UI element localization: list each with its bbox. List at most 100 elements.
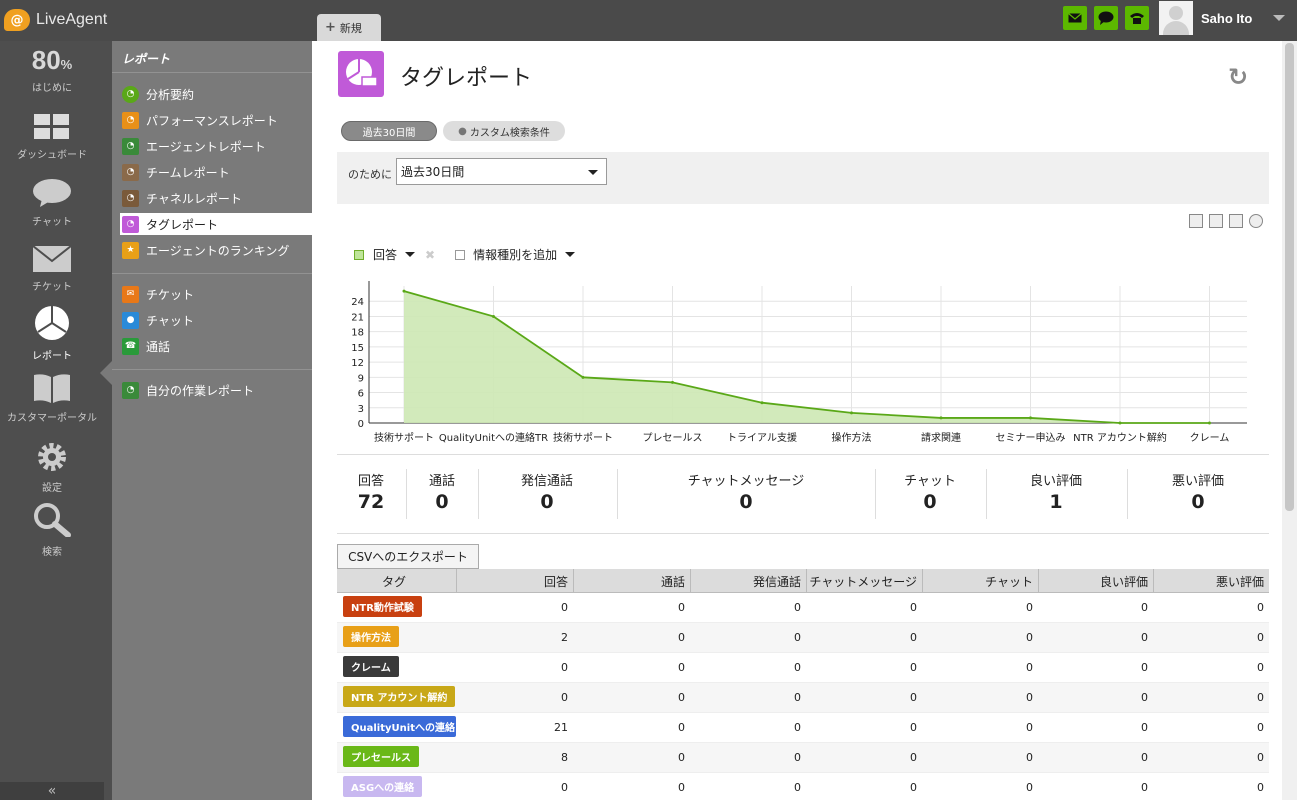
user-name[interactable]: Saho Ito: [1201, 11, 1252, 26]
submenu-item-agent[interactable]: ◔ エージェントレポート: [122, 135, 312, 157]
line-chart-type-icon[interactable]: [1209, 214, 1223, 228]
table-row[interactable]: クレーム 0 0 0 0 0 0 0: [337, 653, 1269, 683]
x-tick-label: クレーム: [1190, 432, 1230, 444]
tag-badge[interactable]: QualityUnitへの連絡: [343, 715, 456, 737]
collapse-nav-button[interactable]: «: [0, 782, 104, 800]
table-row[interactable]: NTR動作試験 0 0 0 0 0 0 0: [337, 593, 1269, 623]
nav-getting-started[interactable]: 80% はじめに: [0, 45, 104, 94]
table-cell: 0: [561, 691, 568, 704]
period-select[interactable]: 過去30日間: [396, 158, 607, 185]
nav-search[interactable]: 検索: [0, 503, 104, 558]
nav-settings[interactable]: 設定: [0, 441, 104, 494]
column-header[interactable]: 発信通話: [690, 569, 806, 593]
data-point: [760, 401, 764, 405]
table-row[interactable]: ASGへの連絡 0 0 0 0 0 0 0: [337, 773, 1269, 800]
nav-label: 設定: [42, 483, 62, 494]
custom-filter-button[interactable]: ● カスタム検索条件: [443, 121, 565, 141]
scrollbar-thumb[interactable]: [1285, 43, 1294, 511]
for-label: のために: [348, 168, 392, 181]
submenu-label: チャット: [146, 313, 194, 328]
table-cell: 0: [678, 631, 685, 644]
submenu-item-ranking[interactable]: ★ エージェントのランキング: [122, 239, 312, 261]
y-tick-label: 24: [351, 297, 364, 308]
y-tick-label: 12: [351, 358, 364, 369]
submenu-item-team[interactable]: ◔ チームレポート: [122, 161, 312, 183]
table-cell: 0: [678, 721, 685, 734]
active-indicator: [100, 361, 112, 385]
app-logo[interactable]: @ LiveAgent: [4, 7, 107, 33]
submenu-item-my-work[interactable]: ◔ 自分の作業レポート: [122, 379, 312, 401]
add-series-label[interactable]: 情報種別を追加: [473, 246, 557, 263]
tag-cell: クレーム: [337, 655, 456, 680]
chat-button[interactable]: [1094, 6, 1118, 30]
nav-tickets[interactable]: チケット: [0, 245, 104, 293]
data-point: [492, 314, 495, 318]
tag-table: タグ 回答 通話 発信通話 チャットメッセージ チャット 良い評価 悪い評価 NTR動作試験 0…: [337, 569, 1269, 800]
table-row[interactable]: QualityUnitへの連絡 21 0 0 0 0 0 0: [337, 713, 1269, 743]
nav-label: カスタマーポータル: [7, 413, 97, 424]
x-tick-label: トライアル支援: [727, 431, 797, 444]
table-row[interactable]: プレセールス 8 0 0 0 0 0 0: [337, 743, 1269, 773]
column-header[interactable]: チャット: [922, 569, 1038, 593]
tag-badge[interactable]: クレーム: [343, 655, 399, 677]
bar-chart-type-icon[interactable]: [1229, 214, 1243, 228]
nav-reports[interactable]: レポート: [0, 305, 104, 362]
nav-dashboard[interactable]: ダッシュボード: [0, 114, 104, 161]
refresh-icon[interactable]: ↻: [1228, 63, 1248, 91]
stat-divider: [617, 469, 618, 519]
tag-badge[interactable]: ASGへの連絡: [343, 775, 423, 797]
submenu-item-tickets[interactable]: ✉ チケット: [122, 283, 312, 305]
divider: [112, 72, 312, 73]
table-row[interactable]: 操作方法 2 0 0 0 0 0 0: [337, 623, 1269, 653]
tag-cell: NTR動作試験: [337, 595, 456, 620]
csv-export-button[interactable]: CSVへのエクスポート: [337, 544, 479, 569]
y-tick-label: 18: [351, 328, 364, 339]
chevron-down-icon[interactable]: [565, 252, 576, 257]
stat-label: 良い評価: [1029, 474, 1082, 489]
submenu-item-calls[interactable]: ☎ 通話: [122, 335, 312, 357]
user-avatar[interactable]: [1159, 1, 1193, 35]
phone-button[interactable]: [1125, 6, 1149, 30]
add-series-checkbox[interactable]: [455, 249, 466, 260]
tag-cell: QualityUnitへの連絡: [337, 715, 456, 740]
agent-report-icon: ◔: [122, 137, 139, 155]
legend-series-name[interactable]: 回答: [373, 246, 397, 263]
x-tick-label: 操作方法: [832, 431, 872, 444]
tag-badge[interactable]: NTR動作試験: [343, 595, 422, 617]
chevron-down-icon[interactable]: [405, 252, 416, 257]
table-cell: 0: [678, 751, 685, 764]
new-tab-button[interactable]: + 新規: [317, 14, 381, 41]
tag-badge[interactable]: NTR アカウント解約: [343, 685, 456, 707]
column-header[interactable]: 良い評価: [1038, 569, 1153, 593]
submenu-item-tags[interactable]: ◔ タグレポート: [120, 213, 312, 235]
nav-chat[interactable]: チャット: [0, 179, 104, 228]
column-header[interactable]: タグ: [337, 569, 456, 593]
nav-customer-portal[interactable]: カスタマーポータル: [0, 373, 104, 424]
table-cell: 0: [794, 691, 801, 704]
column-header[interactable]: チャットメッセージ: [806, 569, 922, 593]
tag-badge[interactable]: 操作方法: [343, 625, 399, 647]
period-filter-button[interactable]: 過去30日間: [341, 121, 437, 141]
submenu-item-chats[interactable]: ● チャット: [122, 309, 312, 331]
work-report-icon: ◔: [122, 381, 139, 399]
tag-cell: NTR アカウント解約: [337, 685, 456, 710]
area-chart-type-icon[interactable]: [1189, 214, 1203, 228]
submenu-item-performance[interactable]: ◔ パフォーマンスレポート: [122, 109, 312, 131]
column-header[interactable]: 通話: [573, 569, 690, 593]
phone-icon: ☎: [122, 337, 139, 355]
table-cell: 0: [678, 601, 685, 614]
tag-badge[interactable]: プレセールス: [343, 745, 419, 767]
table-cell: 0: [561, 601, 568, 614]
column-header[interactable]: 悪い評価: [1153, 569, 1269, 593]
vertical-scrollbar[interactable]: [1282, 41, 1297, 800]
table-row[interactable]: NTR アカウント解約 0 0 0 0 0 0 0: [337, 683, 1269, 713]
close-icon[interactable]: ✖: [425, 248, 435, 262]
chevron-down-icon[interactable]: [1273, 15, 1285, 21]
app-name: LiveAgent: [36, 11, 108, 28]
pie-chart-type-icon[interactable]: [1249, 214, 1263, 228]
column-header[interactable]: 回答: [456, 569, 573, 593]
email-button[interactable]: [1063, 6, 1087, 30]
table-cell: 0: [910, 631, 917, 644]
submenu-item-channel[interactable]: ◔ チャネルレポート: [122, 187, 312, 209]
submenu-item-summary[interactable]: ◔ 分析要約: [122, 83, 312, 105]
